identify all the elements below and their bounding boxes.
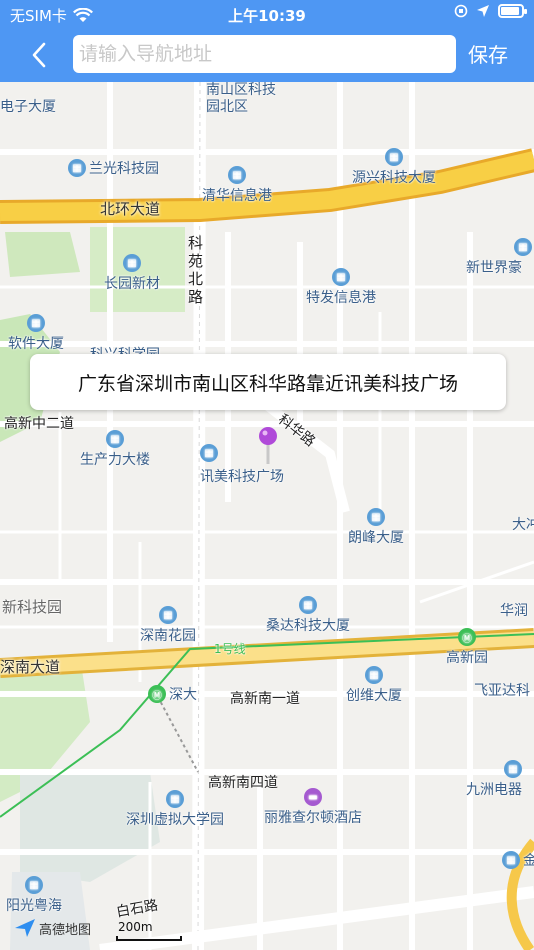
- save-button[interactable]: 保存: [468, 39, 508, 68]
- location-icon: [477, 5, 489, 17]
- orientation-lock-icon: [454, 4, 468, 18]
- building-icon: ▦: [27, 314, 45, 332]
- building-icon: ▦: [200, 444, 218, 462]
- poi-huarun[interactable]: 华润: [500, 600, 528, 620]
- poi-xinshijie[interactable]: ▦ 新世界豪: [466, 238, 532, 277]
- poi-yuanxing[interactable]: ▦ 源兴科技大厦: [352, 148, 436, 187]
- poi-feiyada[interactable]: 飞亚达科: [474, 680, 530, 700]
- battery-icon: [498, 4, 527, 18]
- poi-ruanjian[interactable]: ▦ 软件大厦: [8, 314, 64, 353]
- hotel-icon: ▬: [304, 788, 322, 806]
- road-keyuan: 科苑北路: [188, 234, 204, 306]
- poi-yangguang[interactable]: ▦ 阳光粤海: [6, 876, 62, 915]
- address-callout[interactable]: 广东省深圳市南山区科华路靠近讯美科技广场: [30, 354, 506, 410]
- poi-dianzi[interactable]: 电子大厦: [0, 96, 56, 116]
- metro-icon: Ⓜ: [148, 685, 166, 703]
- address-text: 广东省深圳市南山区科华路靠近讯美科技广场: [77, 372, 458, 395]
- building-icon: ▦: [299, 596, 317, 614]
- poi-changyuan[interactable]: ▦ 长园新材: [104, 254, 160, 293]
- building-icon: ▦: [514, 238, 532, 256]
- poi-tsinghua[interactable]: ▦ 清华信息港: [202, 166, 272, 205]
- road-beihuan: 北环大道: [100, 200, 161, 218]
- poi-languang[interactable]: ▦ 兰光科技园: [68, 158, 159, 178]
- poi-nanshan-park[interactable]: 南山区科技园北区: [206, 82, 276, 116]
- building-icon: ▦: [365, 666, 383, 684]
- building-icon: ▦: [68, 159, 86, 177]
- scale-bar: [116, 936, 182, 941]
- building-icon: ▦: [25, 876, 43, 894]
- building-icon: ▦: [228, 166, 246, 184]
- poi-xuni[interactable]: ▦ 深圳虚拟大学园: [126, 790, 224, 829]
- poi-dachong[interactable]: 大冲: [512, 514, 534, 534]
- road-gaoxin-nan1: 高新南一道: [230, 691, 300, 707]
- metro-icon: Ⓜ: [458, 628, 476, 646]
- poi-ritz[interactable]: ▬ 丽雅查尔顿酒店: [264, 788, 362, 827]
- poi-tefa[interactable]: ▦ 特发信息港: [306, 268, 376, 307]
- address-search-input[interactable]: [73, 35, 456, 73]
- poi-xinkeji[interactable]: 新科技园: [2, 596, 62, 617]
- chevron-left-icon: [32, 42, 46, 68]
- poi-chuangwei[interactable]: ▦ 创维大厦: [346, 666, 402, 705]
- poi-xunmei-label: 讯美科技广场: [200, 469, 284, 485]
- map-view[interactable]: 北环大道 科苑北路 高新中二道 科华路 深南大道 高新南一道 高新南四道 白石路…: [0, 82, 534, 950]
- building-icon: ▦: [385, 148, 403, 166]
- metro-line-1-label: 1号线: [214, 642, 246, 656]
- building-icon: ▦: [504, 760, 522, 778]
- road-gaoxin-zhong2: 高新中二道: [4, 416, 74, 432]
- top-bar: 无SIM卡 上午10:39 保存: [0, 0, 534, 82]
- poi-shennan-garden[interactable]: ▦ 深南花园: [140, 606, 196, 645]
- status-bar: 无SIM卡 上午10:39: [0, 0, 534, 28]
- poi-langfeng[interactable]: ▦ 朗峰大厦: [348, 508, 404, 547]
- building-icon: ▦: [166, 790, 184, 808]
- amap-logo-icon: [15, 919, 35, 937]
- poi-shengchanli[interactable]: ▦ 生产力大楼: [80, 430, 150, 469]
- building-icon: ▦: [123, 254, 141, 272]
- building-icon: ▦: [502, 851, 520, 869]
- poi-shenda-station[interactable]: Ⓜ 深大: [148, 684, 197, 704]
- poi-gaoxinyuan-station[interactable]: Ⓜ 高新园: [446, 628, 488, 667]
- road-shennan: 深南大道: [0, 658, 61, 676]
- building-icon: ▦: [106, 430, 124, 448]
- building-icon: ▦: [367, 508, 385, 526]
- building-icon: ▦: [332, 268, 350, 286]
- poi-jiuzhou[interactable]: ▦ 九洲电器: [466, 760, 522, 799]
- scale-label: 200m: [118, 920, 153, 934]
- building-icon: ▦: [159, 606, 177, 624]
- amap-logo: 高德地图: [14, 918, 91, 938]
- poi-sangda[interactable]: ▦ 桑达科技大厦: [266, 596, 350, 635]
- poi-jin[interactable]: ▦ 金: [502, 850, 534, 870]
- poi-xunmei[interactable]: ▦: [200, 444, 218, 462]
- back-button[interactable]: [24, 38, 54, 72]
- map-pin-icon[interactable]: [258, 426, 278, 466]
